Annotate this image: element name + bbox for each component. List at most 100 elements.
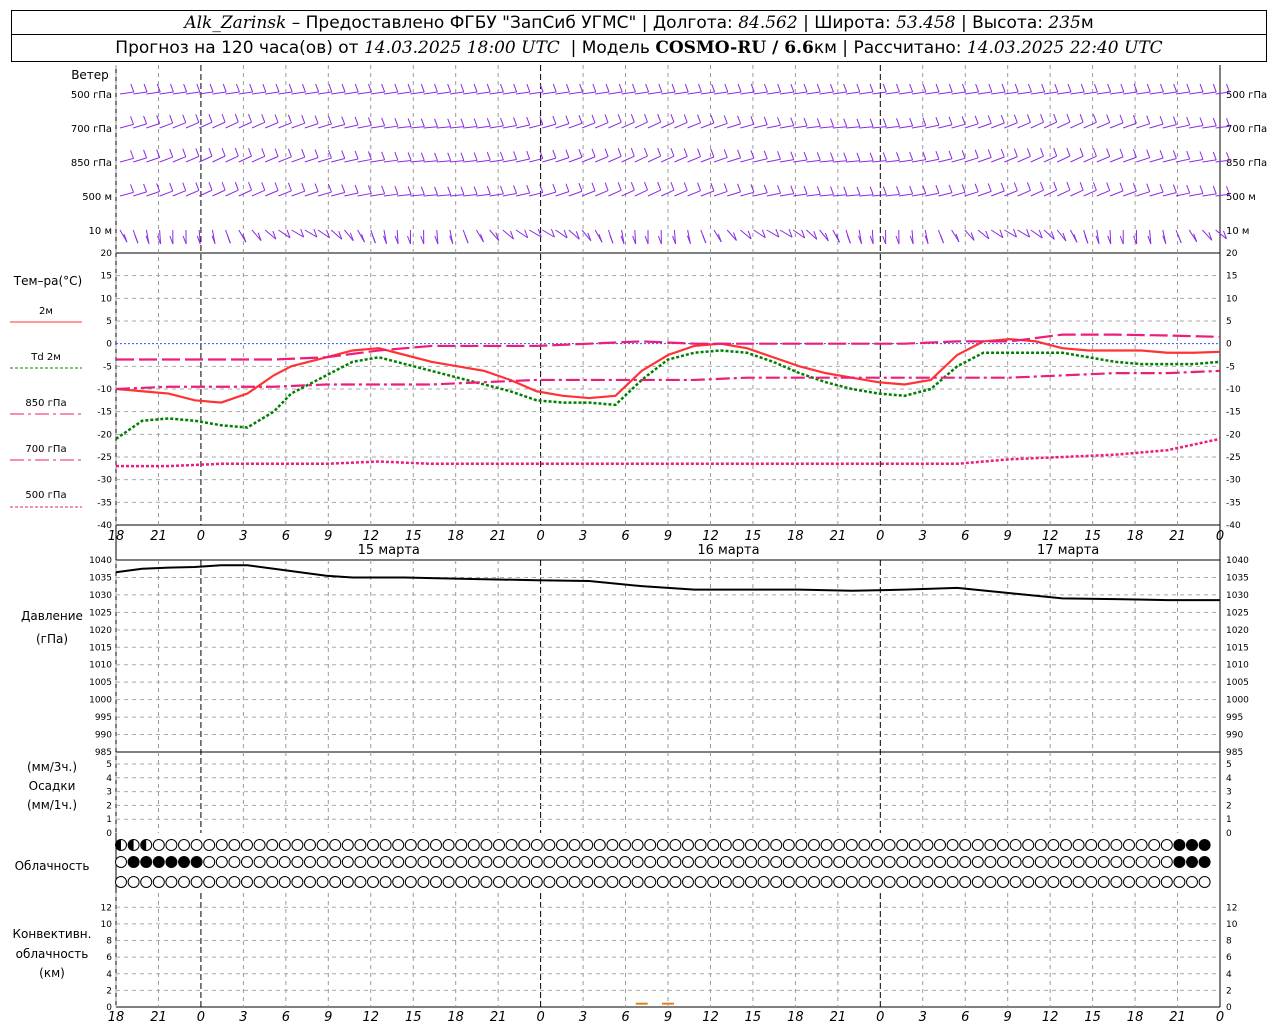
wind-barb-flag — [737, 149, 742, 159]
wind-barb-flag — [274, 114, 279, 123]
wind-barb — [212, 91, 227, 95]
wind-barb — [885, 159, 900, 163]
wind-barb — [410, 126, 425, 129]
wind-barb-flag — [341, 184, 346, 193]
cloud-symbol — [820, 839, 833, 851]
wind-barb-flag — [843, 83, 848, 93]
wind-barb-flag — [1026, 182, 1031, 191]
cloud-symbol — [782, 856, 795, 868]
wind-barb-flag — [526, 116, 531, 126]
wind-barb-flag — [948, 150, 953, 159]
cloud-symbol — [1160, 876, 1173, 888]
cloud-symbol — [190, 839, 203, 851]
cloud-symbol — [1135, 839, 1148, 851]
cloud-symbol — [152, 839, 165, 851]
pres-ytick-left-6: 1010 — [89, 661, 112, 671]
cloud-symbol — [845, 876, 858, 888]
cloud-symbol — [644, 839, 657, 851]
wind-barb — [370, 159, 385, 163]
wind-barb-flag — [552, 149, 557, 159]
wind-barb — [608, 155, 622, 163]
cloud-symbol — [392, 839, 405, 851]
wind-barb — [463, 91, 478, 95]
wind-barb-flag — [869, 186, 874, 195]
wind-barb-flag — [830, 152, 834, 161]
wind-barb-flag — [464, 234, 469, 244]
wind-barb — [1030, 91, 1045, 95]
wind-barb-flag — [1079, 113, 1084, 123]
wind-barb-flag — [209, 83, 214, 93]
cloud-symbol — [1072, 839, 1085, 851]
time-axis-top-tick-8: 18 — [447, 529, 464, 544]
wind-barb-flag — [513, 151, 518, 160]
wind-barb — [436, 160, 451, 163]
wind-barb-flag — [578, 183, 583, 192]
cloud-symbol — [316, 839, 329, 851]
temp-ytick-left-1: 15 — [101, 272, 112, 282]
cloud-symbol — [392, 876, 405, 888]
temp-ytick-right-2: 10 — [1226, 294, 1238, 304]
cloud-symbol — [694, 839, 707, 851]
wind-barb — [370, 91, 385, 95]
time-axis-top-tick-12: 6 — [621, 529, 629, 544]
time-axis-bottom-tick-1: 21 — [150, 1010, 167, 1024]
wind-barb — [225, 189, 239, 197]
wind-barb — [740, 157, 755, 163]
wind-barb-flag — [447, 186, 452, 195]
wind-barb — [278, 91, 293, 95]
wind-barb — [397, 193, 412, 197]
wind-barb — [542, 157, 556, 163]
cloud-symbol — [1022, 839, 1035, 851]
wind-barb — [727, 91, 742, 95]
cloud-symbol — [480, 856, 493, 868]
wind-barb — [304, 157, 319, 163]
cloud-symbol — [228, 856, 241, 868]
cloud-symbol — [858, 856, 871, 868]
wind-barb — [317, 91, 332, 95]
wind-barb-flag — [499, 151, 504, 161]
wind-barb-flag — [447, 118, 452, 127]
wind-barb — [515, 192, 530, 197]
wind-barb-flag — [447, 83, 452, 93]
wind-barb-flag — [644, 181, 648, 191]
wind-barb — [1096, 156, 1110, 163]
cloud-symbol — [568, 856, 581, 868]
wind-barb-flag — [460, 83, 465, 93]
wind-barb — [740, 91, 755, 95]
wind-barb-flag — [882, 83, 887, 93]
cloud-symbol — [178, 839, 190, 851]
cloud-symbol — [241, 856, 253, 868]
pres-ytick-left-1: 1035 — [89, 573, 112, 583]
cloud-symbol — [505, 876, 518, 888]
cloud-symbol — [455, 839, 468, 851]
wind-barb — [146, 156, 160, 163]
wind-barb — [674, 189, 688, 197]
wind-barb — [172, 91, 187, 95]
wind-barb-flag — [750, 150, 755, 159]
time-axis-bottom-tick-12: 6 — [621, 1010, 629, 1024]
wind-barb-flag — [617, 148, 622, 157]
cloud-symbol — [757, 856, 770, 868]
cloud-symbol — [1135, 856, 1148, 868]
temp-ytick-right-1: 15 — [1226, 272, 1237, 282]
wind-barb — [1070, 121, 1084, 129]
wind-barb — [951, 123, 966, 129]
cloud-symbol — [745, 839, 757, 851]
wind-barb-flag — [816, 118, 821, 127]
cloud-symbol — [228, 839, 241, 851]
wind-barb — [977, 156, 992, 163]
wind-barb — [713, 122, 728, 129]
temp-ytick-left-8: -20 — [97, 430, 112, 440]
wind-barb — [185, 91, 200, 95]
cloud-symbol — [152, 856, 165, 868]
wind-barb-flag — [1066, 147, 1071, 157]
cloud-symbol — [455, 876, 468, 888]
cloud-symbol — [631, 876, 644, 888]
wind-barb — [476, 125, 491, 129]
wind-barb — [1175, 192, 1190, 197]
wind-barb-flag — [1172, 150, 1177, 159]
wind-barb-flag — [1013, 148, 1018, 157]
wind-barb-flag — [644, 147, 648, 157]
cloud-symbol — [694, 876, 707, 888]
wind-barb — [331, 91, 346, 95]
